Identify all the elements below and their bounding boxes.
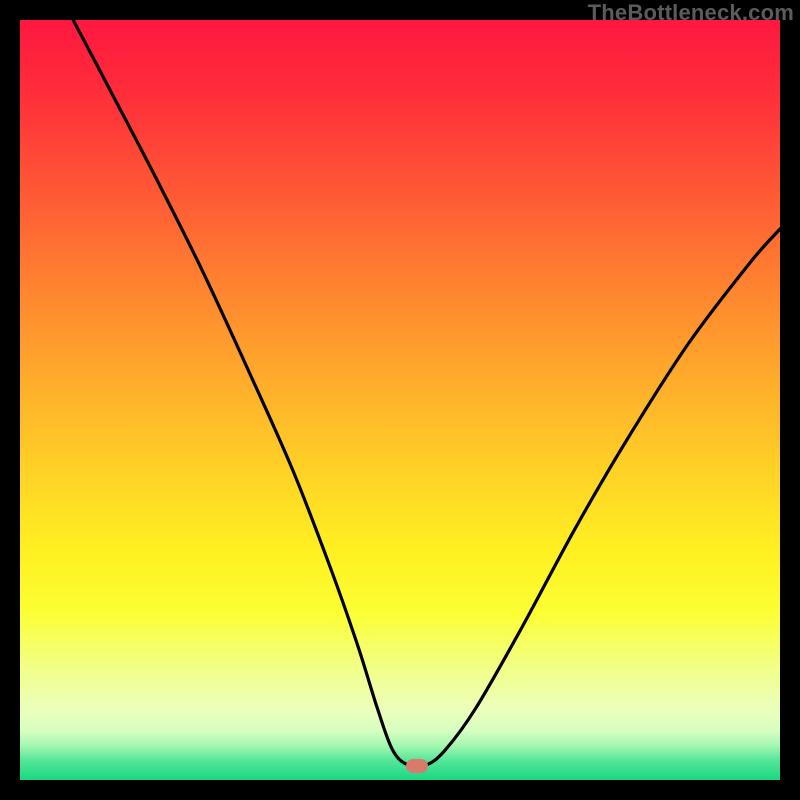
bottleneck-curve: [20, 20, 780, 780]
plot-area: [20, 20, 780, 780]
chart-frame: TheBottleneck.com: [0, 0, 800, 800]
watermark-text: TheBottleneck.com: [588, 0, 794, 26]
optimum-marker: [406, 759, 428, 773]
